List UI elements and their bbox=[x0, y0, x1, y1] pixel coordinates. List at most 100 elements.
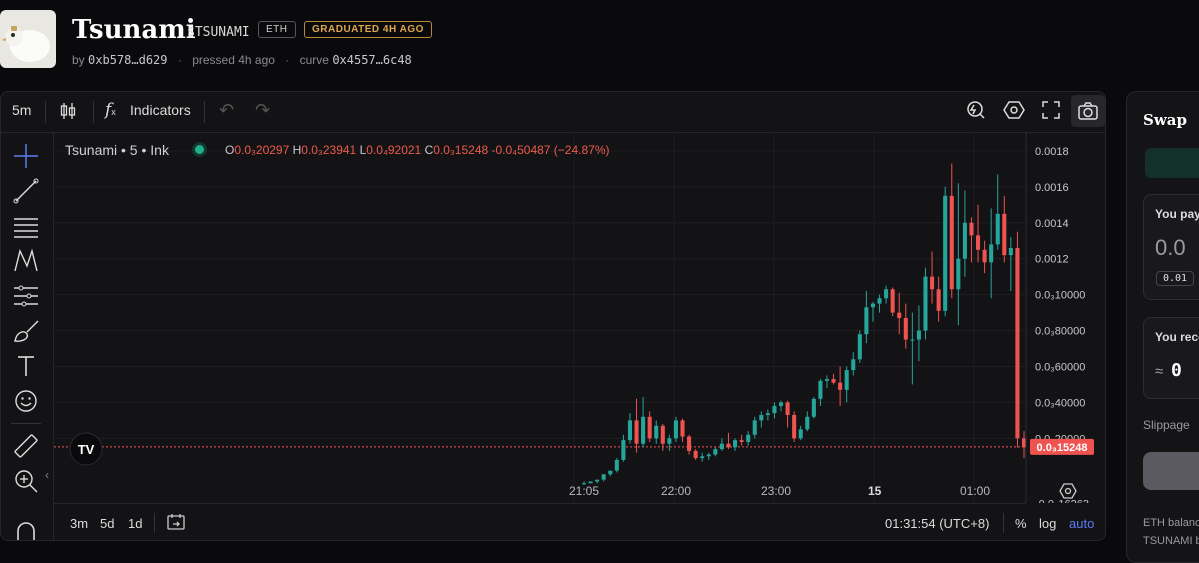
candle-body bbox=[614, 459, 619, 471]
indicators-icon[interactable]: fx bbox=[105, 100, 116, 120]
candle-body bbox=[916, 330, 921, 340]
y-tick-label: 0.0₃60000 bbox=[1035, 361, 1085, 373]
ohlc-legend: O0.0₃20297 H0.0₃23941 L0.0₄92021 C0.0₃15… bbox=[225, 143, 610, 157]
candle-body bbox=[1002, 213, 1007, 256]
tradingview-logo[interactable]: TV bbox=[69, 432, 103, 466]
text-tool-icon[interactable] bbox=[11, 351, 41, 381]
candle-body bbox=[588, 481, 593, 484]
bottom-divider bbox=[1003, 513, 1004, 533]
candle-body bbox=[910, 339, 915, 341]
time-axis-border bbox=[54, 503, 1026, 504]
last-price-label: 0.0₃15248 bbox=[1037, 442, 1088, 454]
ruler-icon[interactable] bbox=[11, 431, 41, 461]
token-avatar bbox=[0, 10, 56, 68]
candle-body bbox=[870, 303, 875, 308]
slippage-label[interactable]: Slippage bbox=[1143, 418, 1190, 432]
you-receive-label: You receive bbox=[1155, 330, 1199, 344]
you-pay-label: You pay bbox=[1155, 207, 1199, 221]
candle-body bbox=[962, 222, 967, 259]
receive-amount: 0 bbox=[1171, 360, 1182, 381]
candle-body bbox=[1021, 438, 1027, 448]
x-tick: 22:00 bbox=[661, 484, 692, 498]
camera-icon bbox=[1078, 102, 1098, 120]
chart-grid bbox=[54, 133, 1026, 503]
by-label: by bbox=[72, 53, 85, 67]
quick-amount-button[interactable]: 0.01 bbox=[1156, 271, 1195, 286]
y-tick-label: 0.0₃40000 bbox=[1035, 397, 1085, 409]
curve-address[interactable]: 0x4557…6c48 bbox=[332, 53, 411, 67]
chart-panel: 5m fx Indicators ↶ ↷ ‹ 0.0018 0.0016 0.0… bbox=[0, 91, 1106, 541]
magnet-icon[interactable] bbox=[11, 516, 41, 541]
fullscreen-icon[interactable] bbox=[1041, 100, 1061, 123]
percent-toggle[interactable]: % bbox=[1015, 516, 1027, 531]
candles-group bbox=[581, 163, 1027, 486]
range-3m-button[interactable]: 3m bbox=[70, 516, 88, 531]
pattern-icon[interactable] bbox=[11, 246, 41, 276]
candle-body bbox=[1008, 247, 1013, 256]
log-toggle[interactable]: log bbox=[1039, 516, 1056, 531]
pay-amount-input[interactable]: 0.0 bbox=[1155, 235, 1186, 261]
y-tick-label: 0.0012 bbox=[1035, 254, 1069, 266]
pay-box: You pay 0.0 0.01 bbox=[1143, 194, 1199, 300]
undo-icon[interactable]: ↶ bbox=[219, 100, 234, 121]
alert-icon[interactable] bbox=[965, 99, 987, 124]
settings-icon[interactable] bbox=[1003, 99, 1025, 124]
candle-body bbox=[877, 298, 882, 304]
range-1d-button[interactable]: 1d bbox=[128, 516, 142, 531]
clock-readout[interactable]: 01:31:54 (UTC+8) bbox=[885, 516, 989, 531]
range-5d-button[interactable]: 5d bbox=[100, 516, 114, 531]
chart-symbol: Tsunami • 5 • Ink bbox=[65, 142, 169, 158]
candle-body bbox=[752, 420, 757, 435]
zoom-in-icon[interactable] bbox=[11, 466, 41, 496]
y-tick-label: 0.0018 bbox=[1035, 146, 1069, 158]
candle-body bbox=[930, 276, 935, 290]
crosshair-icon[interactable] bbox=[11, 141, 41, 171]
candle-body bbox=[687, 436, 692, 451]
interval-button[interactable]: 5m bbox=[12, 102, 31, 118]
trendline-icon[interactable] bbox=[11, 176, 41, 206]
candle-body bbox=[733, 440, 738, 448]
fib-lines-icon[interactable] bbox=[11, 212, 41, 242]
candle-body bbox=[851, 359, 856, 371]
collapse-toolbar-icon[interactable]: ‹ bbox=[45, 468, 49, 482]
candle-body bbox=[792, 414, 797, 439]
goto-date-icon[interactable] bbox=[166, 512, 186, 532]
redo-icon[interactable]: ↷ bbox=[255, 100, 270, 121]
candle-body bbox=[818, 380, 823, 399]
auto-toggle[interactable]: auto bbox=[1069, 516, 1094, 531]
creator-address[interactable]: 0xb578…d629 bbox=[88, 53, 167, 67]
candle-body bbox=[838, 382, 843, 390]
candle-body bbox=[739, 440, 744, 442]
candle-body bbox=[627, 420, 633, 441]
indicators-button[interactable]: Indicators bbox=[130, 102, 191, 118]
candle-body bbox=[949, 195, 954, 290]
candle-body bbox=[673, 420, 678, 439]
candle-body bbox=[864, 307, 869, 335]
candle-body bbox=[975, 235, 981, 250]
x-tick: 23:00 bbox=[761, 484, 792, 498]
token-balance-label: TSUNAMI balance bbox=[1143, 535, 1199, 547]
x-tick: 01:00 bbox=[960, 484, 991, 498]
pressed-time: pressed 4h ago bbox=[192, 53, 275, 67]
candle-type-icon[interactable] bbox=[59, 101, 77, 124]
candle-body bbox=[923, 276, 928, 331]
axis-settings-icon[interactable] bbox=[1059, 482, 1077, 500]
swap-title: Swap bbox=[1143, 111, 1187, 129]
price-chart[interactable]: 0.0018 0.0016 0.0014 0.0012 0.0₃10000 0.0₃800… bbox=[54, 133, 1106, 503]
swap-button[interactable] bbox=[1143, 452, 1199, 490]
buy-sell-tabs[interactable] bbox=[1145, 148, 1199, 178]
candle-body bbox=[601, 474, 606, 480]
forecast-icon[interactable] bbox=[11, 281, 41, 311]
toolbar-divider bbox=[93, 101, 94, 123]
screenshot-button[interactable] bbox=[1071, 95, 1105, 127]
y-tick-label: 0.0016 bbox=[1035, 182, 1069, 194]
y-tick-label: 0.0₃80000 bbox=[1035, 326, 1085, 338]
emoji-icon[interactable] bbox=[11, 386, 41, 416]
token-title: Tsunami bbox=[72, 15, 196, 45]
candle-body bbox=[1015, 247, 1020, 439]
candle-body bbox=[595, 479, 600, 482]
brush-icon[interactable] bbox=[11, 316, 41, 346]
candle-body bbox=[890, 289, 895, 313]
candle-body bbox=[805, 416, 810, 430]
token-meta: by 0xb578…d629 · pressed 4h ago · curve … bbox=[72, 53, 412, 67]
